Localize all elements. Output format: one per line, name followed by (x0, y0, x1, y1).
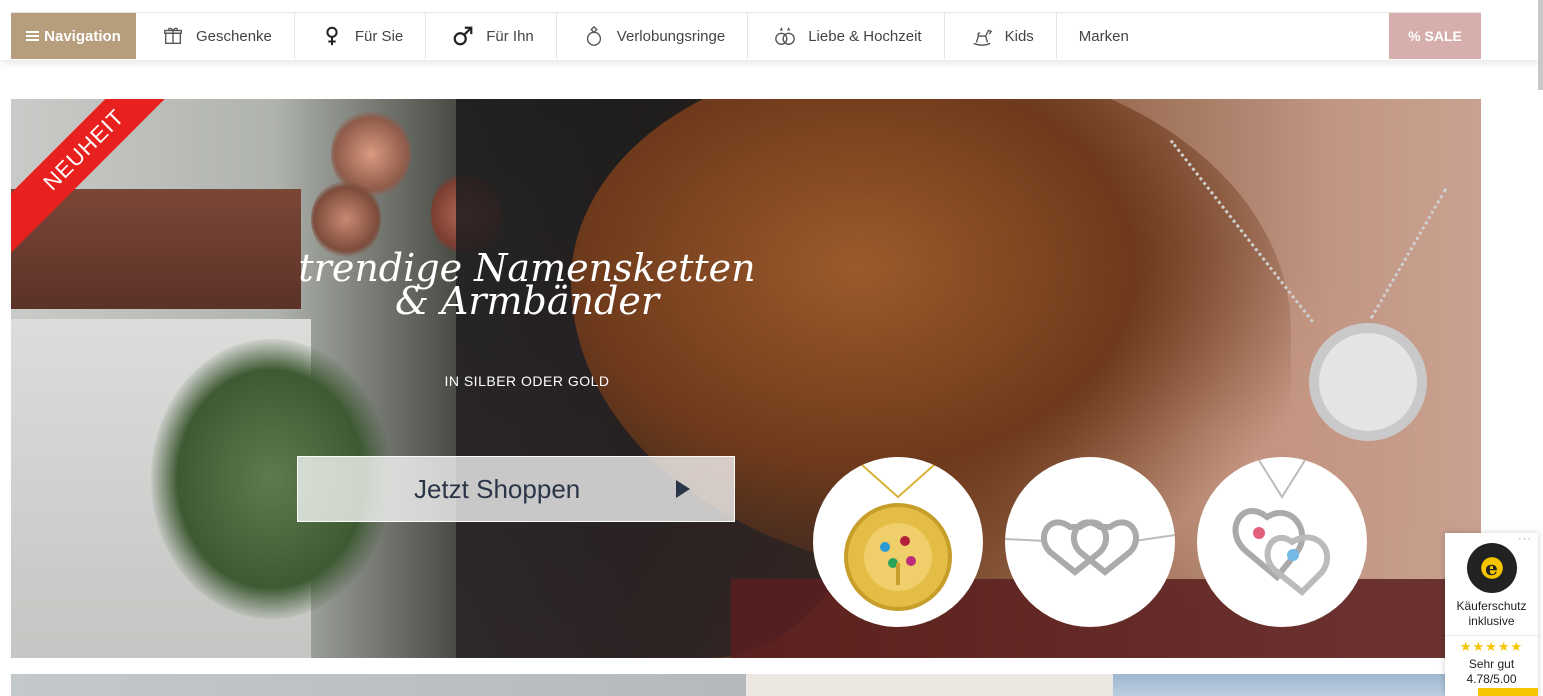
nav-item-label: Geschenke (196, 27, 272, 45)
hero-title-line-1: trendige Namensketten (298, 246, 756, 290)
sale-button[interactable]: % SALE (1389, 13, 1481, 59)
product-circle-gold-tree[interactable] (813, 457, 983, 627)
nav-item-label: Kids (1004, 27, 1034, 45)
badge-accent (1478, 688, 1538, 696)
gold-tree-pendant-image (844, 457, 952, 611)
nav-item-kids[interactable]: Kids (945, 13, 1057, 59)
nav-item-verlobungsringe[interactable]: Verlobungsringe (557, 13, 749, 59)
tree-pendant-image (1309, 323, 1427, 441)
rings-icon (775, 27, 796, 45)
necklace-chain (1369, 187, 1448, 320)
rocking-horse-icon (973, 29, 992, 46)
nav-item-fuer-sie[interactable]: Für Sie (295, 13, 427, 59)
navigation-menu-button[interactable]: Navigation (11, 13, 136, 59)
nav-item-liebe-hochzeit[interactable]: Liebe & Hochzeit (748, 13, 945, 59)
nav-item-label: Verlobungsringe (616, 27, 726, 45)
hero-banner[interactable]: NEUHEIT trendige Namensketten & Armbände… (11, 99, 1481, 658)
badge-label-line-2: inklusive (1468, 614, 1515, 628)
rating-stars: ★★★★★ (1445, 635, 1538, 655)
male-icon (453, 26, 473, 46)
nav-item-label: Marken (1078, 27, 1129, 45)
nav-bar: Navigation Geschenke Für Sie Für Ihn Ver… (11, 12, 1481, 59)
female-icon (326, 26, 338, 46)
rating-value: 4.78/5.00 (1466, 672, 1517, 686)
shop-now-label: Jetzt Shoppen (414, 473, 581, 504)
nav-item-marken[interactable]: Marken (1057, 13, 1151, 59)
nav-item-label: Für Sie (354, 27, 404, 45)
heart-bracelet-image (1005, 519, 1175, 576)
shop-now-button[interactable]: Jetzt Shoppen (297, 456, 735, 522)
rating-text: Sehr gut (1468, 657, 1515, 671)
nav-item-geschenke[interactable]: Geschenke (136, 13, 295, 59)
trusted-shops-seal-icon: e (1466, 543, 1517, 593)
product-circle-heart-bracelet[interactable] (1005, 457, 1175, 627)
nav-item-fuer-ihn[interactable]: Für Ihn (426, 13, 557, 59)
hero-title: trendige Namensketten & Armbänder (287, 246, 767, 326)
navigation-label: Navigation (44, 27, 121, 45)
nav-item-label: Liebe & Hochzeit (808, 27, 922, 45)
badge-menu-icon[interactable]: ··· (1518, 533, 1532, 545)
gift-icon (164, 27, 182, 45)
top-navigation: Navigation Geschenke Für Sie Für Ihn Ver… (0, 0, 1538, 60)
double-heart-pendant-image (1232, 457, 1331, 597)
ring-icon (586, 25, 601, 46)
teaser-strip-left[interactable] (11, 674, 746, 696)
play-arrow-icon (676, 480, 690, 498)
hamburger-icon (26, 31, 40, 41)
badge-label-line-1: Käuferschutz (1456, 599, 1527, 613)
trusted-shops-badge[interactable]: ··· e Käuferschutz inklusive ★★★★★ Sehr … (1445, 533, 1538, 696)
nav-item-label: Für Ihn (486, 27, 534, 45)
product-circle-double-heart[interactable] (1197, 457, 1367, 627)
teaser-strip-right[interactable] (1113, 674, 1445, 696)
scrollbar[interactable] (1538, 0, 1543, 90)
teaser-strip-middle[interactable] (746, 674, 1113, 696)
hero-subtitle: IN SILBER ODER GOLD (444, 373, 610, 389)
